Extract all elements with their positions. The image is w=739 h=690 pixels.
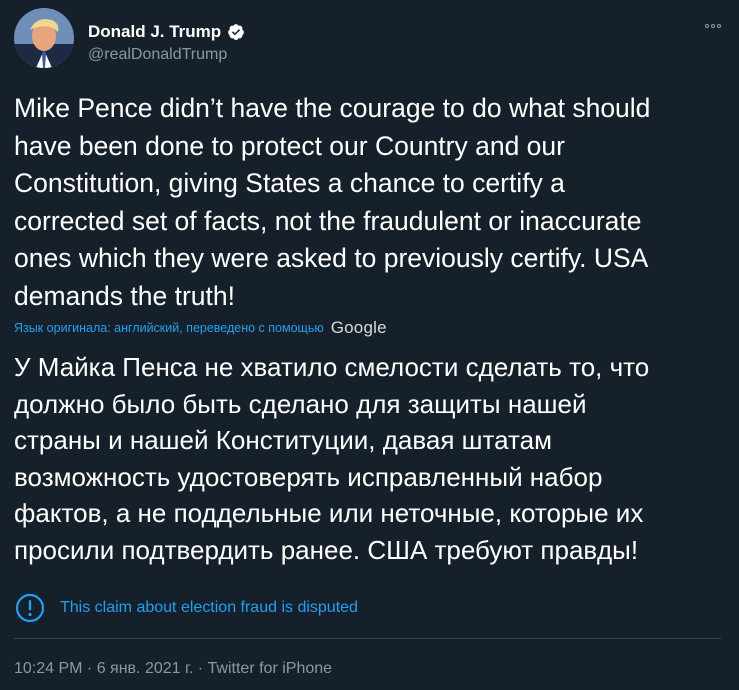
avatar[interactable] — [14, 8, 74, 68]
tweet-line: Mike Pence didn’t have the courage to do… — [14, 93, 651, 123]
verified-badge-icon — [228, 24, 245, 40]
meta-separator: · — [82, 660, 97, 677]
tweet-date[interactable]: 6 янв. 2021 г. — [97, 660, 194, 677]
tweet-line: Constitution, giving States a chance to … — [14, 168, 565, 198]
author-handle[interactable]: @realDonaldTrump — [88, 46, 227, 64]
author-name-row: Donald J. Trump — [88, 22, 245, 42]
tweet-line: demands the truth! — [14, 280, 235, 311]
more-icon[interactable] — [700, 18, 726, 34]
google-logo: Google — [330, 318, 387, 337]
translated-line: должно было быть сделано для защиты наше… — [14, 388, 587, 419]
disputed-claim-label: This claim about election fraud is dispu… — [60, 599, 358, 616]
tweet-header: Donald J. Trump @realDonaldTrump — [14, 8, 726, 72]
translated-line: просили подтвердить ранее. США требуют п… — [14, 534, 639, 565]
translated-line: страны и нашей Конституции, давая штатам — [14, 425, 552, 456]
translated-line: фактов, а не поддельные или неточные, ко… — [14, 498, 644, 529]
tweet-source[interactable]: Twitter for iPhone — [208, 660, 333, 677]
translation-note[interactable]: Язык оригинала: английский, переведено с… — [14, 321, 324, 335]
tweet-line: ones which they were asked to previously… — [14, 243, 649, 273]
disputed-claim-notice[interactable]: This claim about election fraud is dispu… — [14, 592, 358, 624]
tweet-metadata: 10:24 PM · 6 янв. 2021 г. · Twitter for … — [14, 660, 332, 678]
translation-attribution: Язык оригинала: английский, переведено с… — [14, 318, 387, 338]
author-name[interactable]: Donald J. Trump — [88, 22, 221, 42]
divider — [14, 638, 721, 639]
tweet-line: corrected set of facts, not the fraudule… — [14, 205, 642, 236]
translated-line: возможность удостоверять исправленный на… — [14, 461, 603, 492]
translated-text: У Майка Пенса не хватило смелости сделат… — [14, 349, 726, 569]
translated-line: У Майка Пенса не хватило смелости сделат… — [14, 352, 650, 382]
tweet-text: Mike Pence didn’t have the courage to do… — [14, 90, 726, 315]
meta-separator: · — [193, 660, 208, 677]
exclamation-circle-icon — [15, 593, 45, 623]
tweet-line: have been done to protect our Country an… — [14, 130, 565, 161]
tweet-time[interactable]: 10:24 PM — [14, 660, 82, 677]
